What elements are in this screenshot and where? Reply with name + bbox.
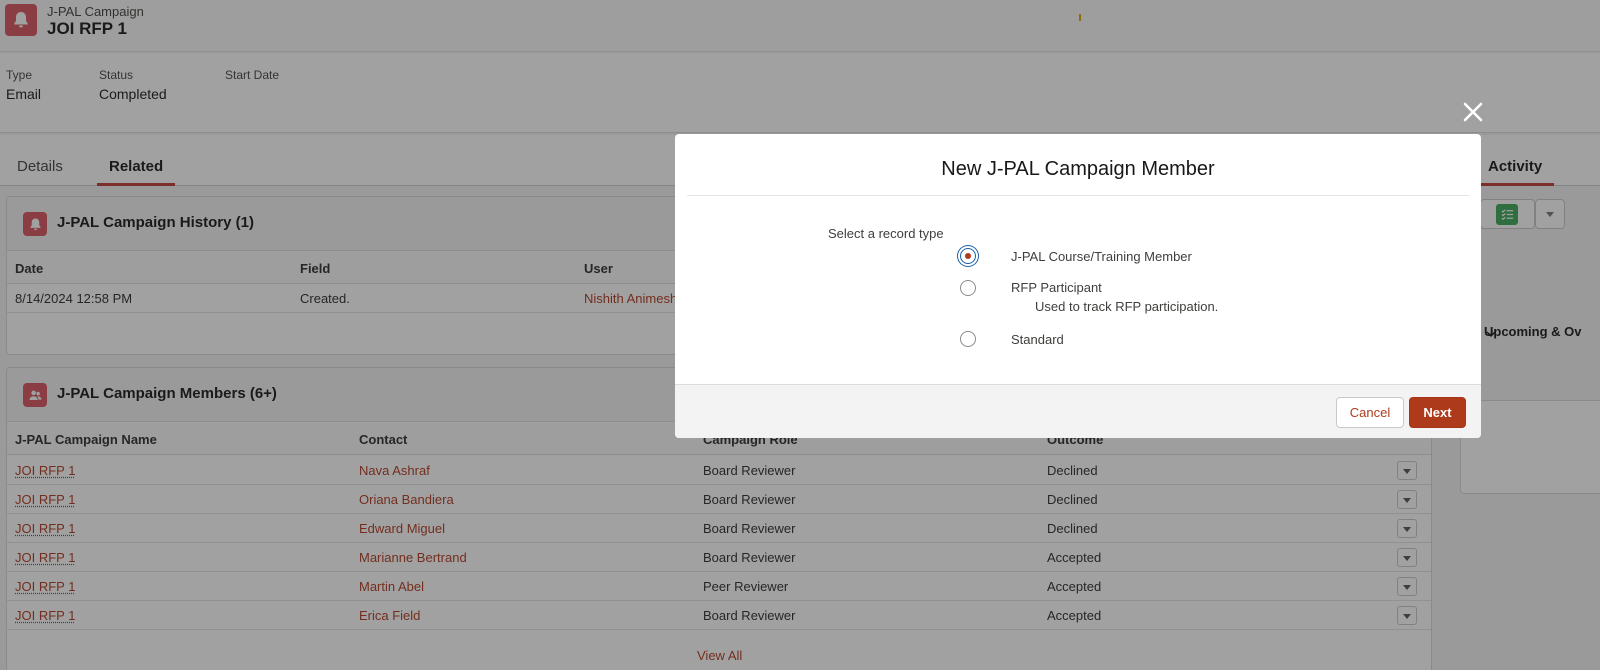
record-type-radio-course-training[interactable] xyxy=(960,248,976,264)
record-type-prompt: Select a record type xyxy=(828,226,944,241)
record-type-label[interactable]: Standard xyxy=(1011,332,1064,347)
record-type-label[interactable]: RFP Participant xyxy=(1011,280,1102,295)
divider xyxy=(687,195,1469,196)
record-type-radio-rfp-participant[interactable] xyxy=(960,280,976,296)
record-type-radio-standard[interactable] xyxy=(960,331,976,347)
record-type-label[interactable]: J-PAL Course/Training Member xyxy=(1011,249,1192,264)
record-type-description: Used to track RFP participation. xyxy=(1035,299,1219,314)
next-button[interactable]: Next xyxy=(1409,397,1466,428)
modal-footer: Cancel Next xyxy=(675,384,1481,438)
modal-title: New J-PAL Campaign Member xyxy=(941,158,1215,180)
new-campaign-member-modal: New J-PAL Campaign Member Select a recor… xyxy=(675,134,1481,438)
cancel-button[interactable]: Cancel xyxy=(1336,397,1404,428)
close-icon[interactable] xyxy=(1461,100,1485,124)
